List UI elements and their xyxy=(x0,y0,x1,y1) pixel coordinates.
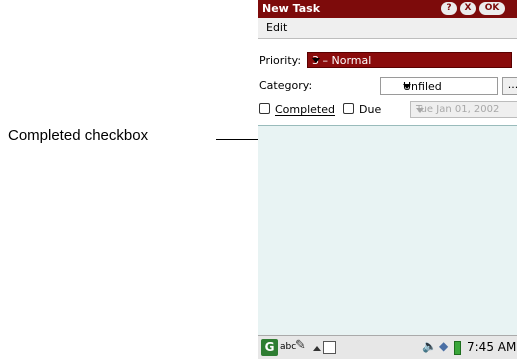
category-select[interactable]: Unfiled xyxy=(380,77,498,95)
priority-select[interactable]: 3 – Normal xyxy=(307,52,512,68)
due-checkbox[interactable] xyxy=(343,103,354,114)
menu-edit[interactable]: Edit xyxy=(266,21,287,34)
annotation-leader-line xyxy=(216,139,259,140)
window-titlebar: New Task ? X OK xyxy=(258,0,517,18)
pen-icon[interactable]: ✎ xyxy=(295,338,306,353)
caret-up-icon[interactable] xyxy=(313,346,321,351)
ok-button[interactable]: OK xyxy=(479,2,505,15)
completed-checkbox[interactable] xyxy=(259,103,270,114)
category-row: Category: Unfiled ... xyxy=(258,75,517,97)
window-title: New Task xyxy=(262,2,321,15)
taskbar: G abc ✎ 🔈 ◆ 7:45 AM xyxy=(258,335,517,359)
due-date-select[interactable]: Tue Jan 01, 2002 xyxy=(410,101,517,118)
chevron-down-icon xyxy=(403,84,411,89)
close-button[interactable]: X xyxy=(460,2,476,15)
pda-screen: New Task ? X OK Edit Priority: 3 – Norma… xyxy=(258,0,517,359)
todo-app-icon[interactable] xyxy=(323,341,336,354)
speaker-icon[interactable]: 🔈 xyxy=(422,339,437,353)
chevron-down-icon xyxy=(312,58,320,63)
priority-value: 3 – Normal xyxy=(312,54,372,67)
priority-label: Priority: xyxy=(259,54,302,67)
launcher-icon[interactable]: G xyxy=(261,339,278,356)
annotation-label: Completed checkbox xyxy=(8,127,149,144)
category-label: Category: xyxy=(259,79,313,92)
completed-label[interactable]: Completed xyxy=(275,103,335,116)
network-icon[interactable]: ◆ xyxy=(439,339,448,353)
battery-icon[interactable] xyxy=(454,341,461,355)
menu-bar: Edit xyxy=(258,18,517,39)
notes-textarea[interactable] xyxy=(258,125,517,336)
category-more-button[interactable]: ... xyxy=(502,77,517,95)
priority-row: Priority: 3 – Normal xyxy=(258,50,517,72)
due-label[interactable]: Due xyxy=(359,103,381,116)
status-row: Completed Due Tue Jan 01, 2002 xyxy=(258,99,517,121)
due-date-value: Tue Jan 01, 2002 xyxy=(416,104,500,115)
input-method-label[interactable]: abc xyxy=(280,342,296,352)
help-button[interactable]: ? xyxy=(441,2,457,15)
clock[interactable]: 7:45 AM xyxy=(467,340,516,354)
chevron-down-icon xyxy=(416,108,424,113)
